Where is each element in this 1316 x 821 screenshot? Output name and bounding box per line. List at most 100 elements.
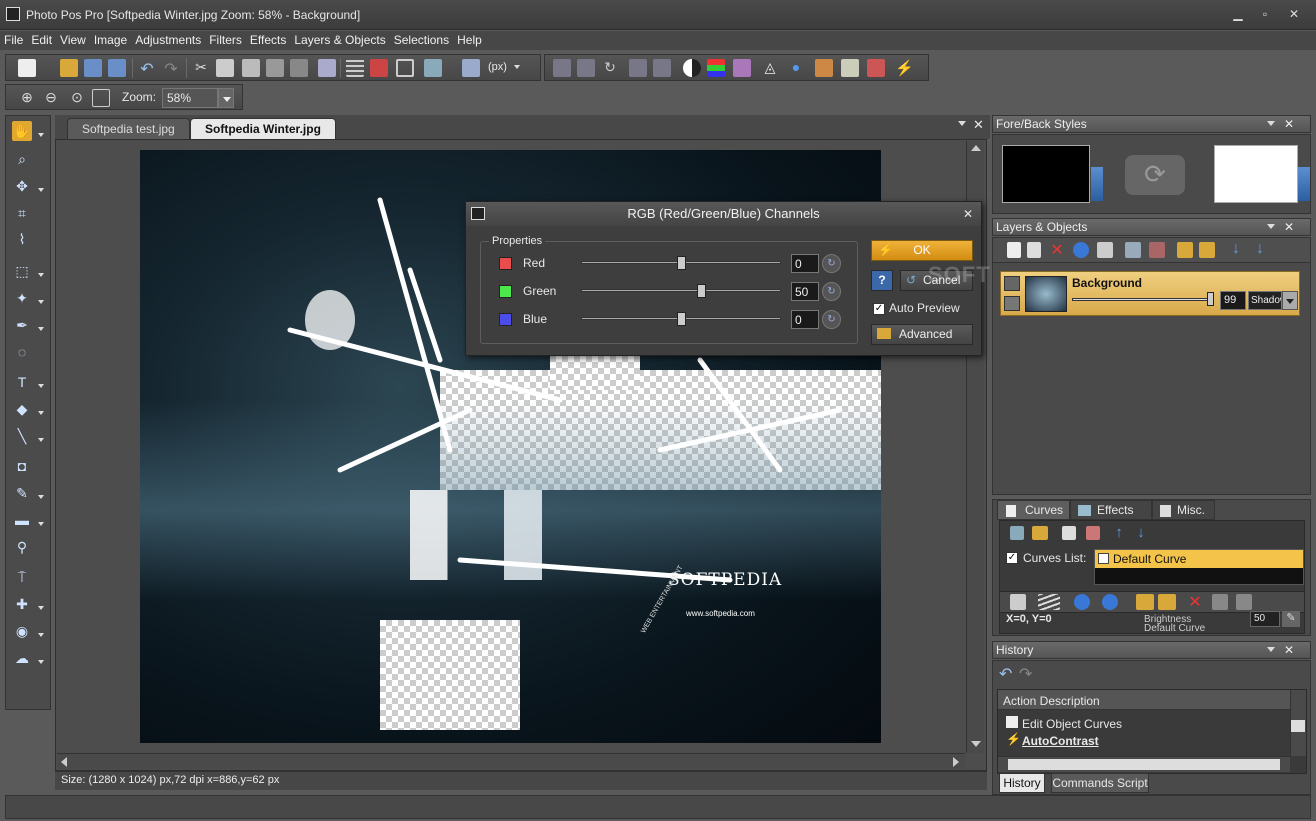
marquee-tool-icon[interactable]: ⬚ — [12, 261, 32, 281]
mirror-icon[interactable] — [629, 59, 647, 77]
foreground-options-icon[interactable] — [1091, 167, 1103, 201]
zoom-tool-icon[interactable]: ⌕ — [12, 149, 32, 169]
zoom-field[interactable]: 58% — [162, 88, 218, 108]
delete-curve-icon[interactable] — [1086, 526, 1100, 540]
menu-view[interactable]: View — [56, 31, 90, 47]
channels-icon[interactable] — [707, 59, 725, 77]
curve-copy-icon[interactable] — [1136, 594, 1154, 610]
chevron-down-icon[interactable] — [38, 327, 44, 331]
curve-mirror-icon[interactable] — [1236, 594, 1252, 610]
grid-icon[interactable] — [346, 59, 364, 77]
menu-effects[interactable]: Effects — [246, 31, 290, 47]
swap-colors-icon[interactable]: ⟳ — [1125, 155, 1185, 195]
chevron-down-icon[interactable] — [38, 660, 44, 664]
smudge-tool-icon[interactable]: ☁ — [12, 648, 32, 668]
paste-icon[interactable] — [242, 59, 260, 77]
menu-image[interactable]: Image — [90, 31, 131, 47]
new-curve-icon[interactable] — [1062, 526, 1076, 540]
panel-menu-icon[interactable] — [1267, 647, 1275, 652]
blend-mode-select[interactable]: Shadow — [1248, 291, 1282, 310]
group-icon[interactable] — [1177, 242, 1193, 258]
red-slider-knob[interactable] — [677, 256, 686, 270]
curve-flip-icon[interactable] — [1212, 594, 1228, 610]
chevron-down-icon[interactable] — [38, 273, 44, 277]
merge-icon[interactable] — [1125, 242, 1141, 258]
green-slider[interactable] — [581, 289, 781, 292]
save-icon[interactable] — [84, 59, 102, 77]
menu-file[interactable]: File — [0, 31, 27, 47]
tab-effects[interactable]: Effects — [1070, 500, 1152, 520]
ungroup-icon[interactable] — [1199, 242, 1215, 258]
undo-icon[interactable]: ↶ — [138, 59, 156, 78]
curve-up-icon[interactable]: ↑ — [1110, 524, 1128, 542]
curve-down-icon[interactable]: ↓ — [1132, 524, 1150, 542]
layer-opacity-knob[interactable] — [1207, 292, 1214, 306]
brush-tool-icon[interactable]: ✎ — [12, 483, 32, 503]
curve-value-field[interactable]: 50 — [1250, 611, 1280, 627]
list-item[interactable]: Default Curve — [1095, 550, 1303, 568]
paste-new-icon[interactable] — [266, 59, 284, 77]
line-tool-icon[interactable]: ╲ — [12, 426, 32, 446]
chevron-down-icon[interactable] — [38, 522, 44, 526]
chevron-down-icon[interactable] — [38, 606, 44, 610]
green-value-field[interactable]: 50 — [791, 282, 819, 301]
tab-softpedia-test[interactable]: Softpedia test.jpg — [67, 118, 190, 139]
layer-row[interactable]: Background 99 Shadow — [1000, 271, 1300, 316]
menu-layers-objects[interactable]: Layers & Objects — [290, 31, 389, 47]
mirror2-icon[interactable] — [653, 59, 671, 77]
panel-close-icon[interactable]: ✕ — [1284, 117, 1294, 131]
save-curve-icon[interactable] — [1010, 526, 1024, 540]
chevron-down-icon[interactable] — [38, 438, 44, 442]
magic-wand-icon[interactable]: ✦ — [12, 288, 32, 308]
menu-selections[interactable]: Selections — [390, 31, 453, 47]
move-tool-icon[interactable]: ✥ — [12, 176, 32, 196]
blend-dropdown-button[interactable] — [1282, 291, 1298, 310]
tab-curves[interactable]: Curves — [997, 500, 1070, 520]
chevron-down-icon[interactable] — [38, 411, 44, 415]
tab-commands-script[interactable]: Commands Script — [1051, 773, 1149, 793]
shape-tool-icon[interactable]: ◆ — [12, 399, 32, 419]
maximize-icon[interactable]: ▫ — [1257, 7, 1273, 21]
filter1-icon[interactable] — [815, 59, 833, 77]
flip-h-icon[interactable] — [553, 59, 571, 77]
chevron-down-icon[interactable] — [38, 133, 44, 137]
canvas-horizontal-scrollbar[interactable] — [57, 753, 965, 769]
panel-close-icon[interactable]: ✕ — [1284, 643, 1294, 657]
bandage-tool-icon[interactable]: ✚ — [12, 594, 32, 614]
auto-preview-checkbox[interactable]: ✓ — [873, 303, 885, 315]
filter2-icon[interactable] — [841, 59, 859, 77]
background-options-icon[interactable] — [1298, 167, 1310, 201]
menu-help[interactable]: Help — [453, 31, 486, 47]
menu-filters[interactable]: Filters — [205, 31, 246, 47]
hand-tool-icon[interactable]: ✋ — [12, 121, 32, 141]
zoom-actual-icon[interactable]: ⊙ — [68, 89, 86, 107]
history-redo-icon[interactable]: ↷ — [1019, 664, 1032, 684]
cut-icon[interactable]: ✂ — [192, 59, 210, 77]
chevron-down-icon[interactable] — [38, 300, 44, 304]
delete-layer-icon[interactable]: ✕ — [1048, 240, 1066, 259]
dialog-close-icon[interactable]: ✕ — [963, 207, 973, 221]
lightning-icon[interactable]: ⚡ — [895, 59, 914, 77]
image-size-icon[interactable] — [424, 59, 442, 77]
red-value-field[interactable]: 0 — [791, 254, 819, 273]
foreground-color-swatch[interactable] — [1002, 145, 1090, 203]
red-eye-tool-icon[interactable]: ◉ — [12, 621, 32, 641]
duplicate-layer-icon[interactable] — [1027, 242, 1041, 258]
chevron-down-icon[interactable] — [38, 384, 44, 388]
contrast-icon[interactable] — [683, 59, 701, 77]
fill-tool-icon[interactable]: ◘ — [12, 456, 32, 476]
eye-icon[interactable] — [1004, 276, 1020, 291]
new-icon[interactable] — [18, 59, 36, 77]
layer-opacity-slider[interactable] — [1072, 298, 1212, 301]
tab-history[interactable]: History — [999, 773, 1045, 793]
layer-lock-icon[interactable] — [1004, 296, 1020, 311]
layer-opacity-field[interactable]: 99 — [1220, 291, 1246, 310]
rotate-icon[interactable]: ↻ — [601, 59, 619, 77]
panel-menu-icon[interactable] — [1267, 121, 1275, 126]
tab-misc[interactable]: Misc. — [1152, 500, 1215, 520]
open-icon[interactable] — [60, 59, 78, 77]
drop-icon[interactable]: ◬ — [761, 59, 779, 77]
move-layer-up-icon[interactable]: ↓ — [1251, 240, 1269, 258]
close-icon[interactable]: ✕ — [1286, 7, 1302, 21]
text-tool-icon[interactable]: T — [12, 372, 32, 392]
